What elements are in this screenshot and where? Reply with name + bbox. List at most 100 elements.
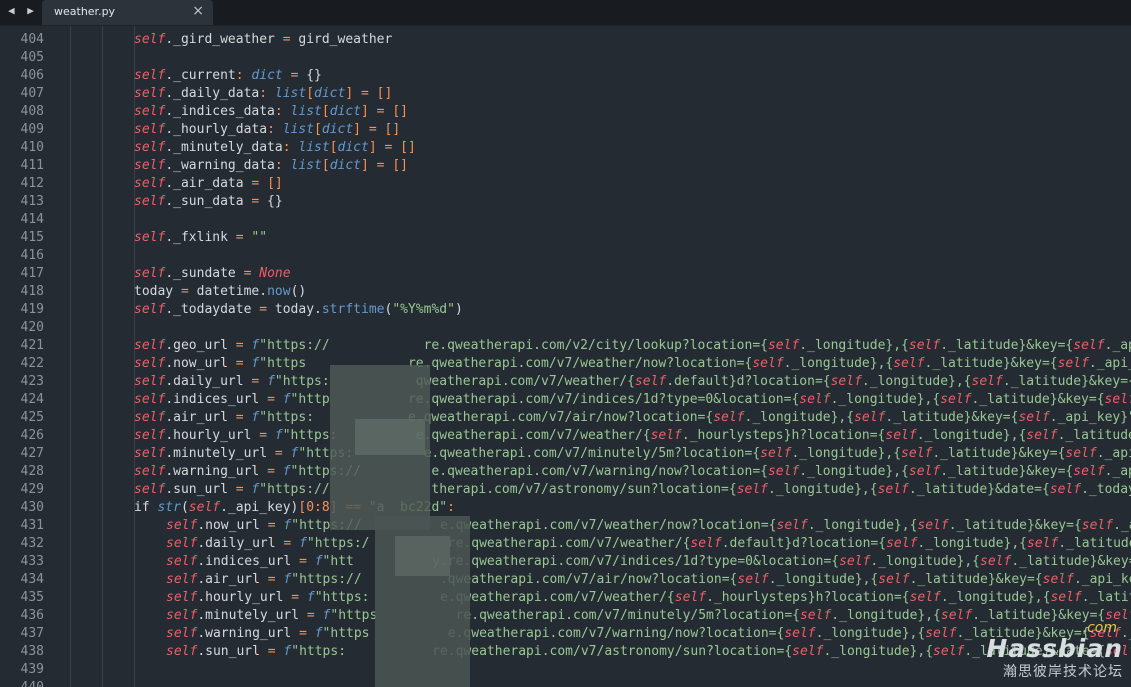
line-number: 428 bbox=[20, 464, 44, 479]
code-text: self._gird_weather = gird_weather bbox=[134, 32, 393, 47]
line-number: 433 bbox=[20, 554, 44, 569]
code-line[interactable]: 437 self.warning_url = f"https e.qweather… bbox=[0, 625, 1131, 643]
line-number: 435 bbox=[20, 590, 44, 605]
tab-nav-arrows[interactable]: ◀ ▶ bbox=[8, 4, 37, 17]
line-number: 407 bbox=[20, 86, 44, 101]
code-line[interactable]: 430if str(self._api_key)[0:8] == "a bc22… bbox=[0, 499, 1131, 517]
tab-label: weather.py bbox=[54, 5, 116, 18]
code-line[interactable]: 413 self._sun_data = {} bbox=[0, 193, 1131, 211]
code-editor[interactable]: 404 self._gird_weather = gird_weather 405 4… bbox=[0, 26, 1131, 687]
code-text: self._air_data = [] bbox=[134, 176, 283, 191]
line-number: 408 bbox=[20, 104, 44, 119]
code-text: self._sun_data = {} bbox=[134, 194, 283, 209]
code-text: self.daily_url = f"https:/ re.qweatherap… bbox=[166, 536, 1131, 551]
line-number: 430 bbox=[20, 500, 44, 515]
line-number: 422 bbox=[20, 356, 44, 371]
line-number: 425 bbox=[20, 410, 44, 425]
code-line[interactable]: 439 bbox=[0, 661, 1131, 679]
code-line[interactable]: 432 self.daily_url = f"https:/ re.qweathe… bbox=[0, 535, 1131, 553]
code-text: self.indices_url = f"http re.qweatherapi… bbox=[134, 392, 1131, 407]
line-number: 411 bbox=[20, 158, 44, 173]
code-text: self._todaydate = today.strftime("%Y%m%d… bbox=[134, 302, 463, 317]
line-number: 432 bbox=[20, 536, 44, 551]
code-text: self.air_url = f"https: e.qweatherapi.co… bbox=[134, 410, 1131, 425]
code-line[interactable]: 411 self._warning_data: list[dict] = [] bbox=[0, 157, 1131, 175]
line-number: 418 bbox=[20, 284, 44, 299]
line-number: 427 bbox=[20, 446, 44, 461]
code-line[interactable]: 407 self._daily_data: list[dict] = [] bbox=[0, 85, 1131, 103]
code-line[interactable]: 434 self.air_url = f"https:// .qweatherap… bbox=[0, 571, 1131, 589]
line-number: 431 bbox=[20, 518, 44, 533]
line-number: 409 bbox=[20, 122, 44, 137]
code-text: self._fxlink = "" bbox=[134, 230, 268, 245]
code-text: self.warning_url = f"https:// e.qweather… bbox=[134, 464, 1131, 479]
line-number: 413 bbox=[20, 194, 44, 209]
code-line[interactable]: 429 self.sun_url = f"https:// therapi.com… bbox=[0, 481, 1131, 499]
code-text: self.hourly_url = f"https: e.qweatherapi… bbox=[166, 590, 1131, 605]
line-number: 436 bbox=[20, 608, 44, 623]
code-line[interactable]: 417 self._sundate = None bbox=[0, 265, 1131, 283]
line-number: 414 bbox=[20, 212, 44, 227]
code-line[interactable]: 404 self._gird_weather = gird_weather bbox=[0, 31, 1131, 49]
line-number: 420 bbox=[20, 320, 44, 335]
code-text: self.sun_url = f"https:// therapi.com/v7… bbox=[134, 482, 1131, 497]
code-line[interactable]: 416 bbox=[0, 247, 1131, 265]
code-text: self._current: dict = {} bbox=[134, 68, 322, 83]
code-text: self.air_url = f"https:// .qweatherapi.c… bbox=[166, 572, 1131, 587]
line-number: 438 bbox=[20, 644, 44, 659]
code-line[interactable]: 433 self.indices_url = f"htt y.re.qweathe… bbox=[0, 553, 1131, 571]
code-line[interactable]: 414 bbox=[0, 211, 1131, 229]
tab-bar: ◀ ▶ weather.py × bbox=[0, 0, 1131, 26]
line-number: 419 bbox=[20, 302, 44, 317]
line-number: 437 bbox=[20, 626, 44, 641]
code-line[interactable]: 422 self.now_url = f"https re.qweatherapi… bbox=[0, 355, 1131, 373]
code-line[interactable]: 408 self._indices_data: list[dict] = [] bbox=[0, 103, 1131, 121]
code-line[interactable]: 436 self.minutely_url = f"https re.qweath… bbox=[0, 607, 1131, 625]
code-line[interactable]: 420 bbox=[0, 319, 1131, 337]
watermark-subtitle: 瀚思彼岸技术论坛 bbox=[1003, 664, 1123, 680]
code-line[interactable]: 405 bbox=[0, 49, 1131, 67]
code-line[interactable]: 418 today = datetime.now() bbox=[0, 283, 1131, 301]
code-line[interactable]: 428 self.warning_url = f"https:// e.qweat… bbox=[0, 463, 1131, 481]
line-number: 416 bbox=[20, 248, 44, 263]
code-text: self.geo_url = f"https:// re.qweatherapi… bbox=[134, 338, 1131, 353]
code-text: self._warning_data: list[dict] = [] bbox=[134, 158, 408, 173]
code-line[interactable]: 427 self.minutely_url = f"https: e.qweath… bbox=[0, 445, 1131, 463]
code-line[interactable]: 438 self.sun_url = f"https: re.qweatherap… bbox=[0, 643, 1131, 661]
code-line[interactable]: 412 self._air_data = [] bbox=[0, 175, 1131, 193]
line-number: 412 bbox=[20, 176, 44, 191]
code-line[interactable]: 431 self.now_url = f"https:// e.qweathera… bbox=[0, 517, 1131, 535]
code-text: self._minutely_data: list[dict] = [] bbox=[134, 140, 416, 155]
redaction-mosaic bbox=[355, 419, 425, 455]
line-number: 426 bbox=[20, 428, 44, 443]
code-line[interactable]: 435 self.hourly_url = f"https: e.qweather… bbox=[0, 589, 1131, 607]
code-text: self._sundate = None bbox=[134, 266, 291, 281]
code-line[interactable]: 421 self.geo_url = f"https:// re.qweather… bbox=[0, 337, 1131, 355]
line-number: 439 bbox=[20, 662, 44, 677]
code-text: self._indices_data: list[dict] = [] bbox=[134, 104, 408, 119]
code-line[interactable]: 424 self.indices_url = f"http re.qweather… bbox=[0, 391, 1131, 409]
code-line[interactable]: 406 self._current: dict = {} bbox=[0, 67, 1131, 85]
code-line[interactable]: 426 self.hourly_url = f"https: e.qweather… bbox=[0, 427, 1131, 445]
hassbian-watermark: .com Hassbian 瀚思彼岸技术论坛 bbox=[986, 620, 1123, 681]
code-line[interactable]: 410 self._minutely_data: list[dict] = [] bbox=[0, 139, 1131, 157]
line-number: 421 bbox=[20, 338, 44, 353]
code-text: self._hourly_data: list[dict] = [] bbox=[134, 122, 401, 137]
code-line[interactable]: 409 self._hourly_data: list[dict] = [] bbox=[0, 121, 1131, 139]
line-number: 434 bbox=[20, 572, 44, 587]
watermark-com: .com bbox=[1082, 620, 1117, 636]
line-number: 406 bbox=[20, 68, 44, 83]
code-line[interactable]: 423 self.daily_url = f"https: qweatherapi… bbox=[0, 373, 1131, 391]
code-lines: 404 self._gird_weather = gird_weather 405 4… bbox=[0, 31, 1131, 687]
line-number: 410 bbox=[20, 140, 44, 155]
code-text: self.now_url = f"https:// e.qweatherapi.… bbox=[166, 518, 1131, 533]
tab-weather-py[interactable]: weather.py × bbox=[42, 0, 213, 25]
code-line[interactable]: 425 self.air_url = f"https: e.qweatherapi… bbox=[0, 409, 1131, 427]
code-text: self.now_url = f"https re.qweatherapi.co… bbox=[134, 356, 1131, 371]
code-line[interactable]: 419 self._todaydate = today.strftime("%Y%… bbox=[0, 301, 1131, 319]
code-line[interactable]: 415 self._fxlink = "" bbox=[0, 229, 1131, 247]
code-text: self.daily_url = f"https: qweatherapi.co… bbox=[134, 374, 1131, 389]
close-icon[interactable]: × bbox=[192, 3, 204, 19]
code-text: self.minutely_url = f"https: e.qweathera… bbox=[134, 446, 1131, 461]
code-line[interactable]: 440 bbox=[0, 679, 1131, 687]
